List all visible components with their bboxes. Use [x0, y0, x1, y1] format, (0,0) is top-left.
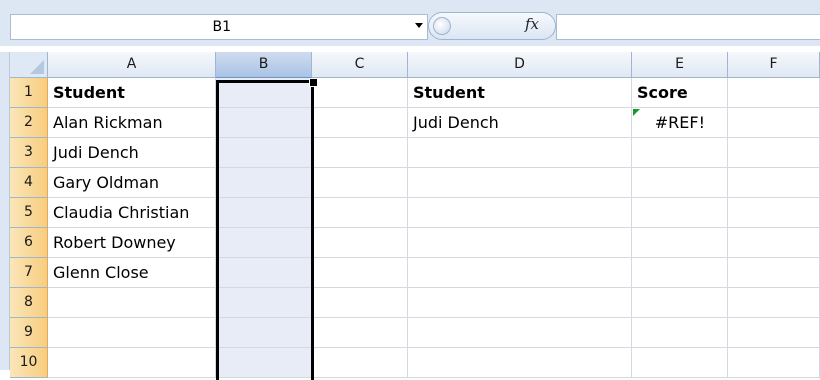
column-header-a[interactable]: A: [48, 52, 216, 78]
cell-d10[interactable]: [408, 348, 632, 378]
cell-e1[interactable]: Score: [632, 78, 728, 108]
cell-a3[interactable]: Judi Dench: [48, 138, 216, 168]
row-header-3[interactable]: 3: [10, 138, 48, 168]
row-header-8[interactable]: 8: [10, 288, 48, 318]
cell-a4[interactable]: Gary Oldman: [48, 168, 216, 198]
cell-e9[interactable]: [632, 318, 728, 348]
cell-d2[interactable]: Judi Dench: [408, 108, 632, 138]
formula-bar-expand-icon[interactable]: [433, 17, 451, 35]
cell-d1[interactable]: Student: [408, 78, 632, 108]
cell-c9[interactable]: [312, 318, 408, 348]
cell-c2[interactable]: [312, 108, 408, 138]
cell-e2-value: #REF!: [654, 113, 705, 132]
cell-f4[interactable]: [728, 168, 820, 198]
cell-c5[interactable]: [312, 198, 408, 228]
cell-e4[interactable]: [632, 168, 728, 198]
cell-c4[interactable]: [312, 168, 408, 198]
column-header-b[interactable]: B: [216, 52, 312, 78]
cell-a1[interactable]: Student: [48, 78, 216, 108]
row-header-10[interactable]: 10: [10, 348, 48, 378]
cell-f7[interactable]: [728, 258, 820, 288]
cell-c7[interactable]: [312, 258, 408, 288]
cell-a8[interactable]: [48, 288, 216, 318]
cell-f2[interactable]: [728, 108, 820, 138]
row-header-2[interactable]: 2: [10, 108, 48, 138]
cell-d8[interactable]: [408, 288, 632, 318]
name-box-dropdown-icon[interactable]: [415, 23, 423, 28]
cell-e3[interactable]: [632, 138, 728, 168]
cell-e2[interactable]: #REF!: [632, 108, 728, 138]
insert-function-control[interactable]: fx: [428, 12, 556, 40]
name-box-value: B1: [212, 19, 231, 35]
cell-f5[interactable]: [728, 198, 820, 228]
cell-d4[interactable]: [408, 168, 632, 198]
cell-e8[interactable]: [632, 288, 728, 318]
cell-a10[interactable]: [48, 348, 216, 378]
select-all-button[interactable]: [10, 52, 48, 78]
cell-f1[interactable]: [728, 78, 820, 108]
cell-f9[interactable]: [728, 318, 820, 348]
cell-c1[interactable]: [312, 78, 408, 108]
cell-e7[interactable]: [632, 258, 728, 288]
cell-a9[interactable]: [48, 318, 216, 348]
cell-f10[interactable]: [728, 348, 820, 378]
row-header-5[interactable]: 5: [10, 198, 48, 228]
cell-a5[interactable]: Claudia Christian: [48, 198, 216, 228]
formula-input[interactable]: [556, 14, 820, 40]
cell-e10[interactable]: [632, 348, 728, 378]
row-header-1[interactable]: 1: [10, 78, 48, 108]
cell-c10[interactable]: [312, 348, 408, 378]
cell-d7[interactable]: [408, 258, 632, 288]
cell-d6[interactable]: [408, 228, 632, 258]
cell-f6[interactable]: [728, 228, 820, 258]
formula-bar: B1 fx: [0, 0, 820, 46]
cell-c6[interactable]: [312, 228, 408, 258]
column-header-e[interactable]: E: [632, 52, 728, 78]
name-box[interactable]: B1: [10, 14, 428, 40]
row-header-6[interactable]: 6: [10, 228, 48, 258]
fill-handle[interactable]: [309, 78, 318, 87]
cell-f3[interactable]: [728, 138, 820, 168]
cell-d9[interactable]: [408, 318, 632, 348]
cell-c8[interactable]: [312, 288, 408, 318]
cell-f8[interactable]: [728, 288, 820, 318]
cell-c3[interactable]: [312, 138, 408, 168]
cell-a6[interactable]: Robert Downey: [48, 228, 216, 258]
cell-d5[interactable]: [408, 198, 632, 228]
column-header-f[interactable]: F: [728, 52, 820, 78]
row-header-9[interactable]: 9: [10, 318, 48, 348]
insert-function-icon[interactable]: fx: [525, 15, 539, 33]
cell-d3[interactable]: [408, 138, 632, 168]
selection-border: [216, 80, 314, 380]
column-header-c[interactable]: C: [312, 52, 408, 78]
cell-a7[interactable]: Glenn Close: [48, 258, 216, 288]
row-header-4[interactable]: 4: [10, 168, 48, 198]
window-left-edge: [0, 52, 10, 370]
cell-a2[interactable]: Alan Rickman: [48, 108, 216, 138]
column-header-d[interactable]: D: [408, 52, 632, 78]
select-all-icon: [30, 60, 44, 74]
cell-e6[interactable]: [632, 228, 728, 258]
row-header-7[interactable]: 7: [10, 258, 48, 288]
error-indicator-icon[interactable]: [633, 109, 640, 116]
cell-e5[interactable]: [632, 198, 728, 228]
